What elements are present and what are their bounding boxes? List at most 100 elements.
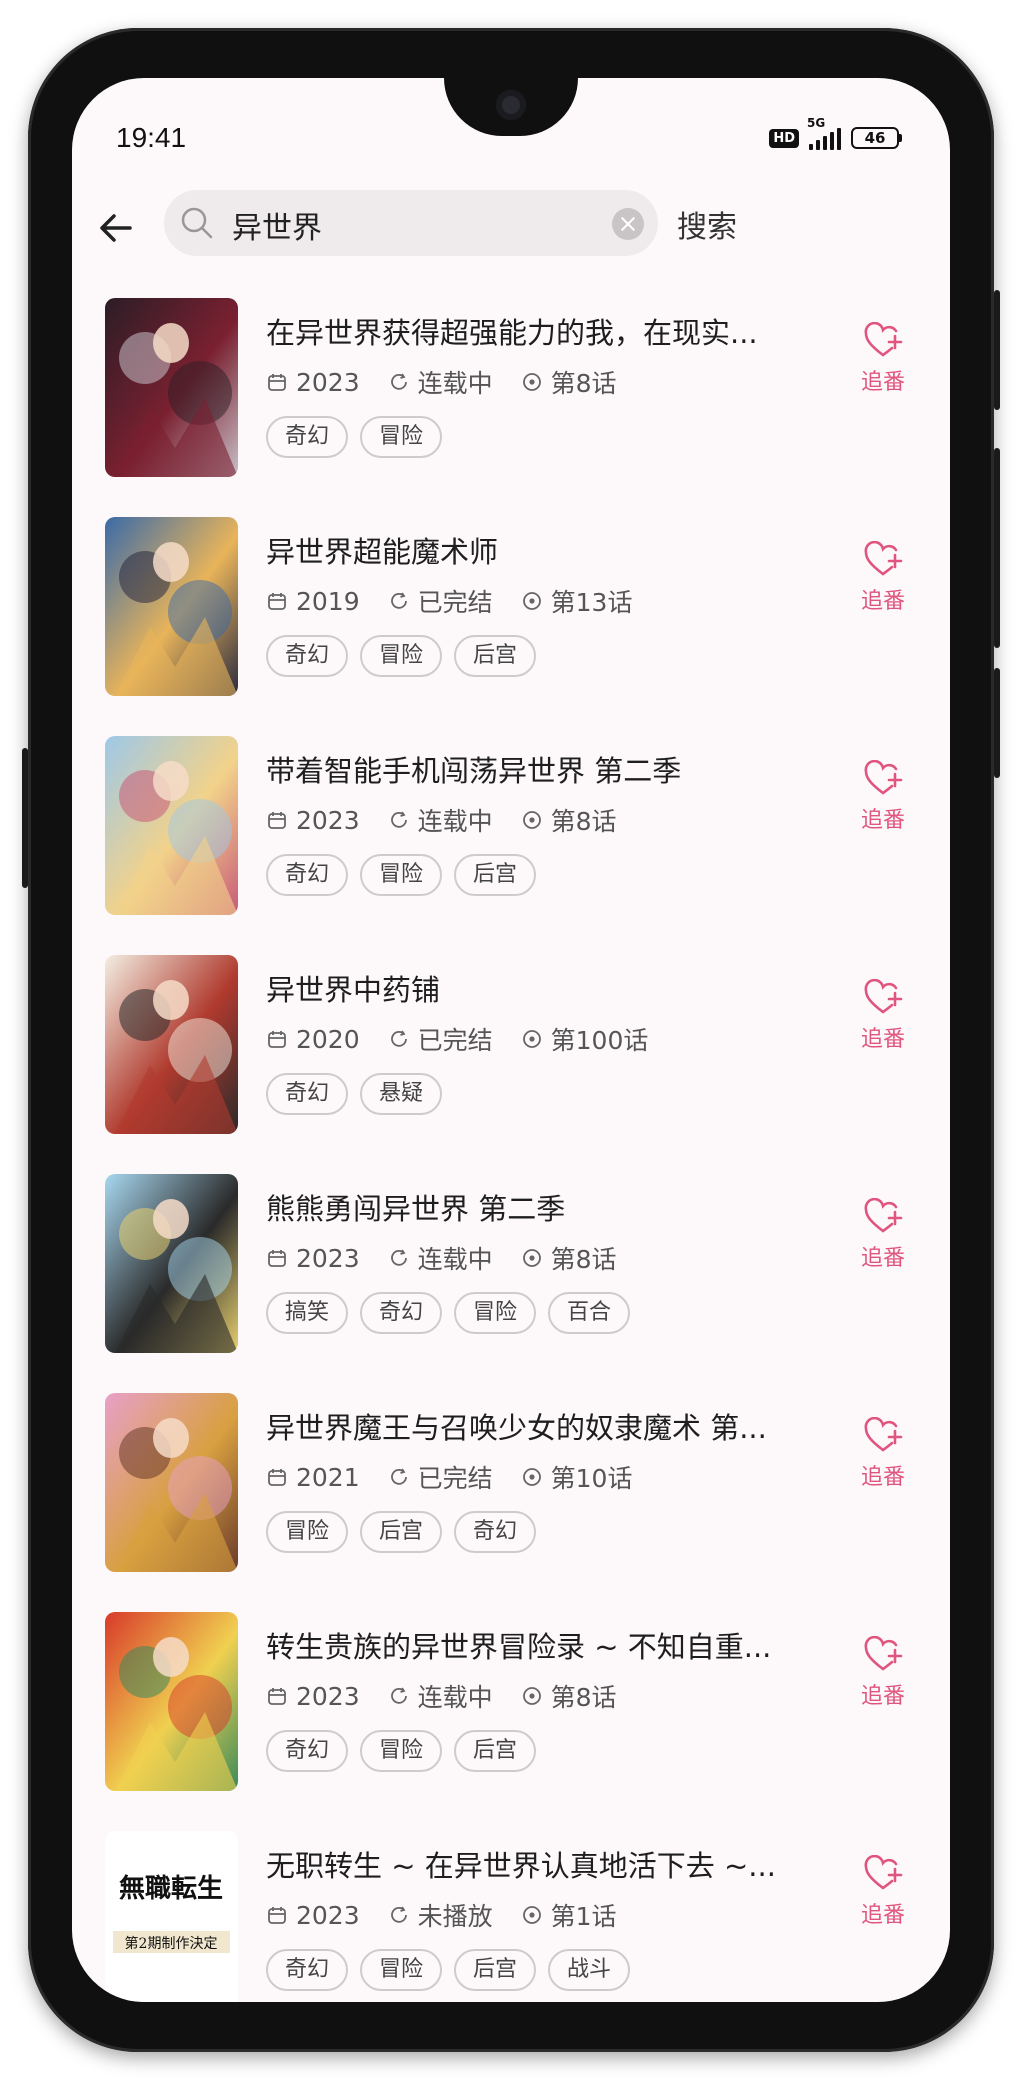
year-text: 2023 <box>296 1900 360 1930</box>
episode-count: 第8话 <box>521 802 617 838</box>
episode-count: 第8话 <box>521 1678 617 1714</box>
tag-chip[interactable]: 百合 <box>548 1292 631 1334</box>
battery-level: 46 <box>851 127 899 149</box>
heart-plus-icon <box>864 322 903 357</box>
tag-chip[interactable]: 冒险 <box>360 1730 443 1772</box>
tag-chip[interactable]: 后宫 <box>454 1949 537 1991</box>
poster-image[interactable] <box>105 1174 238 1353</box>
poster-image[interactable] <box>105 1612 238 1791</box>
poster-image[interactable] <box>105 517 238 696</box>
tag-chip[interactable]: 奇幻 <box>266 635 349 677</box>
follow-button[interactable]: 追番 <box>848 541 918 615</box>
episode-count: 第8话 <box>521 1240 617 1276</box>
clear-icon[interactable] <box>612 208 644 240</box>
tag-chip[interactable]: 奇幻 <box>454 1511 537 1553</box>
poster-image[interactable] <box>105 298 238 477</box>
back-arrow-icon[interactable] <box>96 208 136 248</box>
follow-button[interactable]: 追番 <box>848 322 918 396</box>
calendar-icon <box>268 1469 286 1486</box>
result-title[interactable]: 异世界超能魔术师 <box>266 529 818 571</box>
refresh-icon <box>390 373 407 390</box>
follow-button[interactable]: 追番 <box>848 1417 918 1491</box>
tag-chip[interactable]: 奇幻 <box>266 416 349 458</box>
status-text: 连载中 <box>417 807 493 836</box>
tag-list: 搞笑 奇幻 冒险 百合 <box>266 1292 631 1334</box>
follow-label: 追番 <box>860 1027 905 1052</box>
result-item[interactable]: 异世界超能魔术师 2019 已完结 第13话 奇幻 冒险 后宫 追番 <box>72 517 950 736</box>
tag-chip[interactable]: 冒险 <box>360 635 443 677</box>
status-text: 连载中 <box>417 1245 493 1274</box>
tag-chip[interactable]: 搞笑 <box>266 1292 349 1334</box>
network-label: 5G <box>807 116 826 130</box>
follow-label: 追番 <box>860 1903 905 1928</box>
result-item[interactable]: 在异世界获得超强能力的我，在现实... 2023 连载中 第8话 奇幻 冒险 追… <box>72 298 950 517</box>
left-button <box>22 748 28 888</box>
year: 2019 <box>266 587 360 616</box>
result-title[interactable]: 在异世界获得超强能力的我，在现实... <box>266 310 818 352</box>
tag-chip[interactable]: 冒险 <box>454 1292 537 1334</box>
poster-image[interactable] <box>105 1393 238 1572</box>
year: 2023 <box>266 1901 360 1930</box>
tag-chip[interactable]: 悬疑 <box>360 1073 443 1115</box>
tag-list: 奇幻 悬疑 <box>266 1073 443 1115</box>
result-item[interactable]: 带着智能手机闯荡异世界 第二季 2023 连载中 第8话 奇幻 冒险 后宫 追番 <box>72 736 950 955</box>
episode-text: 第13话 <box>550 588 633 617</box>
heart-plus-icon <box>864 1855 903 1890</box>
status-time: 19:41 <box>116 122 187 153</box>
result-item[interactable]: 無職転生 第2期制作決定 无职转生 ~ 在异世界认真地活下去 ~... 2023… <box>72 1831 950 2002</box>
result-title[interactable]: 带着智能手机闯荡异世界 第二季 <box>266 748 818 790</box>
result-title[interactable]: 转生贵族的异世界冒险录 ~ 不知自重... <box>266 1624 818 1666</box>
result-meta: 2023 连载中 第8话 <box>266 364 645 400</box>
result-item[interactable]: 异世界魔王与召唤少女的奴隶魔术 第... 2021 已完结 第10话 冒险 后宫奇… <box>72 1393 950 1612</box>
result-item[interactable]: 转生贵族的异世界冒险录 ~ 不知自重... 2023 连载中 第8话 奇幻 冒险后… <box>72 1612 950 1831</box>
follow-button[interactable]: 追番 <box>848 1198 918 1272</box>
follow-button[interactable]: 追番 <box>848 1636 918 1710</box>
tag-list: 冒险 后宫 奇幻 <box>266 1511 537 1553</box>
calendar-icon <box>268 812 286 829</box>
play-circle-icon <box>522 811 541 829</box>
poster-image[interactable]: 無職転生 第2期制作決定 <box>105 1831 238 2002</box>
result-title[interactable]: 异世界魔王与召唤少女的奴隶魔术 第... <box>266 1405 818 1447</box>
poster-image[interactable] <box>105 736 238 915</box>
result-item[interactable]: 异世界中药铺 2020 已完结 第100话 奇幻 悬疑 追番 <box>72 955 950 1174</box>
tag-chip[interactable]: 奇幻 <box>266 854 349 896</box>
search-button[interactable]: 搜索 <box>677 202 737 246</box>
follow-label: 追番 <box>860 1684 905 1709</box>
follow-button[interactable]: 追番 <box>848 760 918 834</box>
result-list: 在异世界获得超强能力的我，在现实... 2023 连载中 第8话 奇幻 冒险 追… <box>72 298 950 2002</box>
refresh-icon <box>390 811 407 828</box>
follow-button[interactable]: 追番 <box>848 979 918 1053</box>
tag-chip[interactable]: 后宫 <box>360 1511 443 1553</box>
screen: 19:41 HD 5G 46 异世界 搜索 在异世界获得超强能力的我，在现实..… <box>72 78 950 2002</box>
result-meta: 2023 连载中 第8话 <box>266 1678 645 1714</box>
search-input[interactable]: 异世界 <box>164 190 658 256</box>
tag-chip[interactable]: 奇幻 <box>266 1949 349 1991</box>
status-text: 连载中 <box>417 1683 493 1712</box>
result-title[interactable]: 熊熊勇闯异世界 第二季 <box>266 1186 818 1228</box>
tag-chip[interactable]: 冒险 <box>266 1511 349 1553</box>
result-meta: 2023 连载中 第8话 <box>266 802 645 838</box>
episode-text: 第8话 <box>550 1683 617 1712</box>
poster-image[interactable] <box>105 955 238 1134</box>
tag-chip[interactable]: 奇幻 <box>360 1292 443 1334</box>
refresh-icon <box>390 1468 407 1485</box>
result-meta: 2019 已完结 第13话 <box>266 583 660 619</box>
tag-chip[interactable]: 后宫 <box>454 1730 537 1772</box>
result-title[interactable]: 异世界中药铺 <box>266 967 818 1009</box>
result-item[interactable]: 熊熊勇闯异世界 第二季 2023 连载中 第8话 搞笑 奇幻 冒险 百合 追番 <box>72 1174 950 1393</box>
follow-button[interactable]: 追番 <box>848 1855 918 1929</box>
tag-chip[interactable]: 奇幻 <box>266 1730 349 1772</box>
tag-chip[interactable]: 冒险 <box>360 1949 443 1991</box>
tag-chip[interactable]: 后宫 <box>454 854 537 896</box>
play-circle-icon <box>522 1468 541 1486</box>
tag-chip[interactable]: 后宫 <box>454 635 537 677</box>
camera <box>496 90 526 120</box>
tag-chip[interactable]: 冒险 <box>360 854 443 896</box>
tag-chip[interactable]: 奇幻 <box>266 1073 349 1115</box>
tag-chip[interactable]: 冒险 <box>360 416 443 458</box>
tag-list: 奇幻 冒险 后宫 <box>266 854 537 896</box>
year-text: 2023 <box>296 1243 360 1273</box>
tag-chip[interactable]: 战斗 <box>548 1949 631 1991</box>
status-text: 已完结 <box>417 1464 493 1493</box>
result-title[interactable]: 无职转生 ~ 在异世界认真地活下去 ~... <box>266 1843 818 1885</box>
